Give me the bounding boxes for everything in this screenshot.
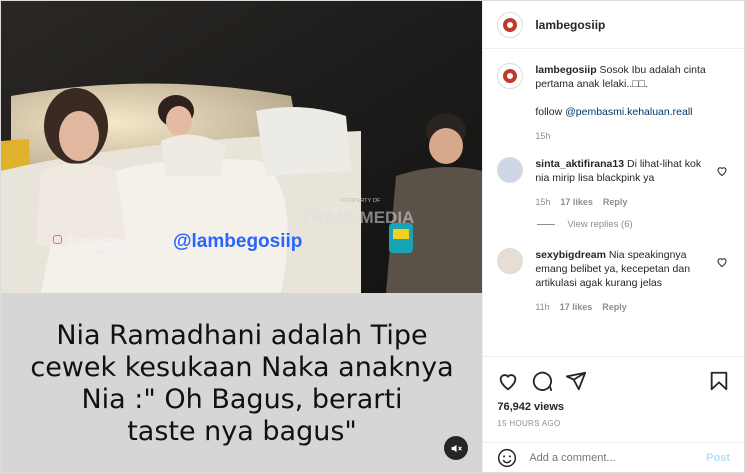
comment-input[interactable] xyxy=(529,451,700,464)
heart-icon[interactable] xyxy=(716,165,728,177)
bookmark-icon[interactable] xyxy=(708,370,730,392)
reply-button[interactable]: Reply xyxy=(602,300,627,314)
comment-username[interactable]: sinta_aktifirana13 xyxy=(535,158,624,170)
reply-button[interactable]: Reply xyxy=(603,195,628,209)
channel-watermark: TRANSMEDIA xyxy=(301,208,415,227)
list-item: sinta_aktifirana13 Di lihat-lihat kok ni… xyxy=(497,157,730,209)
caption-time[interactable]: 15h xyxy=(535,129,550,143)
comment-likes[interactable]: 17 likes xyxy=(560,195,593,209)
channel-sub: PROPERTY OF xyxy=(341,198,381,204)
post-actions: 76,942 views 15 HOURS AGO xyxy=(483,356,744,428)
account-tag: @lambegosiip xyxy=(173,231,303,252)
watermark-handle-text: @nyonyaboss.tv xyxy=(65,235,132,245)
comments-list[interactable]: lambegosiip Sosok Ibu adalah cinta perta… xyxy=(483,49,744,355)
video-frame[interactable]: @nyonyaboss.tv #FamilyTimeWithNyonyaBoss… xyxy=(1,1,483,293)
post-button[interactable]: Post xyxy=(706,452,730,464)
comment-time[interactable]: 11h xyxy=(535,300,549,314)
add-comment-bar: Post xyxy=(483,442,744,472)
smile-icon[interactable] xyxy=(497,448,517,468)
comment-icon[interactable] xyxy=(531,370,553,392)
comment-likes[interactable]: 17 likes xyxy=(560,300,593,314)
comment-time[interactable]: 15h xyxy=(535,195,550,209)
view-count[interactable]: 76,942 views xyxy=(497,401,730,413)
comment-meta: 15h 17 likes Reply xyxy=(535,195,713,209)
avatar[interactable] xyxy=(497,63,524,89)
caption-body: lambegosiip Sosok Ibu adalah cinta perta… xyxy=(535,63,713,143)
view-replies-label: View replies (6) xyxy=(567,219,633,230)
caption-meta: 15h xyxy=(535,129,713,143)
comment-body: sinta_aktifirana13 Di lihat-lihat kok ni… xyxy=(535,157,713,209)
caption-username[interactable]: lambegosiip xyxy=(535,64,596,76)
post-dialog: @nyonyaboss.tv #FamilyTimeWithNyonyaBoss… xyxy=(0,0,745,473)
speaker-muted-icon xyxy=(451,444,462,452)
post-header: lambegosiip xyxy=(483,1,744,49)
watermark-handle: @nyonyaboss.tv xyxy=(53,235,132,245)
post-timestamp[interactable]: 15 HOURS AGO xyxy=(497,419,730,428)
avatar[interactable] xyxy=(497,11,524,38)
comment-body: sexybigdream Nia speakingnya emang belib… xyxy=(535,248,713,314)
action-row xyxy=(497,369,730,393)
video-caption: Nia Ramadhani adalah Tipe cewek kesukaan… xyxy=(30,319,454,447)
instagram-icon xyxy=(53,235,62,244)
follow-link[interactable]: @pembasmi.kehaluan.reall xyxy=(565,106,692,118)
heart-icon[interactable] xyxy=(497,370,519,392)
follow-prefix: follow xyxy=(535,106,566,118)
comment-username[interactable]: sexybigdream xyxy=(535,249,606,261)
list-item: sexybigdream Nia speakingnya emang belib… xyxy=(497,248,730,314)
comment-meta: 11h 17 likes Reply xyxy=(535,300,713,314)
paper-plane-icon[interactable] xyxy=(565,370,587,392)
heart-icon[interactable] xyxy=(716,256,728,268)
watermark-subtitle: #FamilyTimeWithNyonyaBoss xyxy=(61,250,148,257)
view-replies-button[interactable]: View replies (6) xyxy=(537,219,730,230)
caption-block: lambegosiip Sosok Ibu adalah cinta perta… xyxy=(497,63,730,143)
video-caption-band: Nia Ramadhani adalah Tipe cewek kesukaan… xyxy=(1,293,483,472)
header-username[interactable]: lambegosiip xyxy=(535,18,605,32)
avatar[interactable] xyxy=(497,157,524,183)
avatar[interactable] xyxy=(497,248,524,274)
post-side-panel: lambegosiip lambegosiip Sosok Ibu adalah… xyxy=(482,1,744,472)
post-media[interactable]: @nyonyaboss.tv #FamilyTimeWithNyonyaBoss… xyxy=(1,1,483,472)
